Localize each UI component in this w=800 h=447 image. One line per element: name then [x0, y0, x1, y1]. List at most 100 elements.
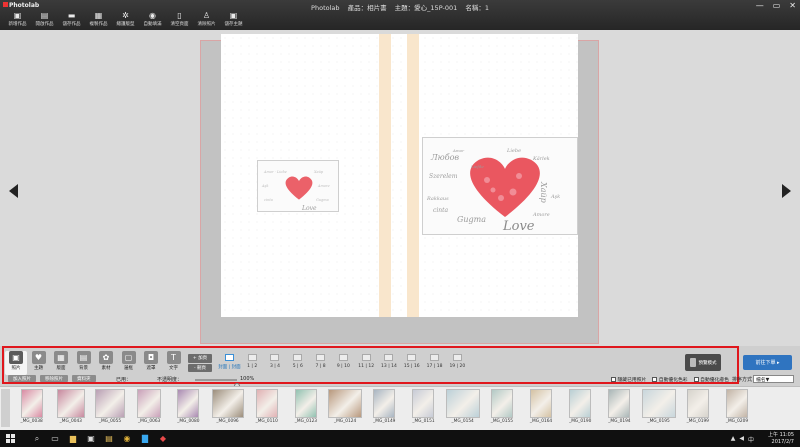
photo-thumb-image: [56, 389, 85, 418]
checkbox-label: 隱藏已用照片: [617, 378, 647, 383]
photo-thumbnail[interactable]: _MG_0154: [443, 389, 482, 428]
photo-filename: _MG_0154: [451, 419, 474, 424]
photo-thumbnail[interactable]: _MG_0164: [521, 389, 560, 428]
strip-scroll-left[interactable]: [1, 389, 10, 427]
option-checkbox[interactable]: 自動優化膚色: [693, 376, 729, 383]
sort-label: 排序方式: [732, 377, 753, 383]
photo-thumbnail[interactable]: _MG_0055: [90, 389, 129, 428]
photo-thumb-image: [177, 389, 200, 418]
checkbox-box[interactable]: [611, 377, 616, 382]
checkbox-box[interactable]: [652, 377, 658, 382]
ime-icon[interactable]: 中: [748, 435, 754, 444]
photo-source-tabs: 加入照片 移除照片 資料夾: [8, 375, 96, 382]
prev-page-arrow-icon[interactable]: [9, 184, 18, 198]
photo-thumb-image: [211, 389, 244, 418]
chrome-icon[interactable]: ◉: [120, 432, 134, 445]
photo-thumbnail[interactable]: _MG_0063: [130, 389, 169, 428]
front-cover-photo-frame[interactable]: Любов Liebe Kärlek Szerelem Хайр Rakkaus…: [422, 137, 578, 235]
photo-thumbnail[interactable]: _MG_0043: [51, 389, 90, 428]
photo-thumb-image: [328, 389, 363, 418]
option-checkboxes: 隱藏已用照片 自動優化色彩 自動優化膚色: [611, 376, 729, 383]
photo-filename: _MG_0124: [333, 419, 357, 424]
toolbar-button-2[interactable]: ▬ 儲存作品: [58, 11, 85, 30]
svg-text:Kärlek: Kärlek: [532, 156, 550, 162]
svg-text:Amor · Liebe: Amor · Liebe: [263, 170, 287, 174]
toolbar-button-7[interactable]: ♙ 清除照片: [193, 11, 220, 30]
photo-thumb-image: [490, 389, 513, 418]
folder-icon[interactable]: ▤: [102, 432, 116, 445]
photo-thumbnail[interactable]: _MG_0190: [561, 389, 600, 428]
svg-text:Szerelem: Szerelem: [429, 173, 458, 180]
photo-source-tab[interactable]: 加入照片: [8, 375, 36, 382]
next-page-arrow-icon[interactable]: [782, 184, 791, 198]
toolbar-label: 開啟作品: [35, 22, 54, 27]
photolab-icon[interactable]: ◆: [156, 432, 170, 445]
photo-filename: _MG_0209: [725, 419, 749, 424]
back-cover-photo-frame[interactable]: Amor · Liebe Хайр Aşk Amore cinta Gugma …: [257, 160, 339, 212]
close-icon[interactable]: ✕: [789, 1, 796, 10]
photo-thumbnail[interactable]: _MG_0110: [247, 389, 286, 428]
photo-source-tab[interactable]: 資料夾: [72, 375, 96, 382]
clock[interactable]: 上午 11:05 2017/2/7: [768, 432, 794, 445]
window-controls: — ▭ ✕: [756, 1, 796, 10]
task-view-icon[interactable]: ▭: [48, 432, 62, 445]
photo-thumbnail[interactable]: _MG_0195: [639, 389, 678, 428]
toolbar-button-5[interactable]: ◉ 自動填滿: [139, 11, 166, 30]
photo-thumbnail[interactable]: _MG_0124: [326, 389, 365, 428]
toolbar-label: 總護版型: [116, 22, 135, 27]
svg-text:cinta: cinta: [264, 198, 273, 202]
product-label: 產品：相片書: [347, 4, 387, 12]
photo-source-tab[interactable]: 移除照片: [40, 375, 68, 382]
photo-thumbnail[interactable]: _MG_0155: [482, 389, 521, 428]
network-icon[interactable]: ▲: [731, 435, 736, 444]
photo-thumbnail[interactable]: _MG_0149: [365, 389, 404, 428]
photo-thumbnail[interactable]: _MG_0123: [286, 389, 325, 428]
photo-thumbnail[interactable]: _MG_0199: [678, 389, 717, 428]
photo-thumbnail[interactable]: _MG_0151: [404, 389, 443, 428]
opacity-slider[interactable]: [195, 379, 240, 389]
photo-thumbnail[interactable]: _MG_0209: [717, 389, 756, 428]
minimize-icon[interactable]: —: [756, 1, 764, 10]
svg-text:Rakkaus: Rakkaus: [426, 196, 449, 202]
main-tools: ▣ 新增作品 ▤ 開啟作品 ▬ 儲存作品 ▦ 複製作品 ✲ 總護版型 ◉ 自動填滿 ▯ 清空頁面 ♙ 清除照片…: [4, 11, 247, 30]
photo-thumbnail[interactable]: _MG_0194: [600, 389, 639, 428]
photo-thumbnail[interactable]: _MG_0038: [12, 389, 51, 428]
search-icon[interactable]: ⌕: [30, 432, 44, 445]
maximize-icon[interactable]: ▭: [773, 1, 781, 10]
sort-value: 檔名▼: [756, 377, 770, 383]
title-toolbar: Photolab Photolab 產品：相片書 主題：愛心_15P-001 名…: [0, 0, 800, 30]
photo-thumb-image: [530, 389, 553, 418]
taskbar-apps: ⌕ ▭ ▆ ▣ ▤ ◉ ▇ ◆: [30, 432, 170, 445]
svg-text:Amore: Amore: [532, 212, 550, 218]
toolbar-button-6[interactable]: ▯ 清空頁面: [166, 11, 193, 30]
theme-label: 主題：愛心_15P-001: [394, 4, 458, 12]
opacity-label: 不透明度：: [157, 377, 183, 383]
order-button[interactable]: 前往下單 ▸: [743, 355, 792, 370]
photo-filename: _MG_0110: [255, 419, 278, 424]
heart-word-cloud-large: Любов Liebe Kärlek Szerelem Хайр Rakkaus…: [426, 148, 560, 234]
photo-filename: _MG_0155: [490, 419, 513, 424]
sparkle-icon: ✲: [122, 11, 129, 20]
svg-text:Liefde: Liefde: [470, 164, 484, 169]
photo-thumbnail[interactable]: _MG_0080: [169, 389, 208, 428]
toolbar-button-8[interactable]: ▣ 儲存主題: [220, 11, 247, 30]
explorer-icon[interactable]: ▆: [66, 432, 80, 445]
volume-icon[interactable]: ◀: [739, 435, 744, 444]
toolbar-button-3[interactable]: ▦ 複製作品: [85, 11, 112, 30]
back-love-text: Love: [301, 205, 317, 212]
toolbar-button-1[interactable]: ▤ 開啟作品: [31, 11, 58, 30]
sort-select[interactable]: 檔名▼: [753, 375, 794, 383]
svg-text:Хайр: Хайр: [313, 170, 324, 174]
windows-start-icon[interactable]: [6, 434, 15, 443]
book-spread-canvas[interactable]: Amor · Liebe Хайр Aşk Amore cinta Gugma …: [221, 34, 578, 317]
toolbar-button-4[interactable]: ✲ 總護版型: [112, 11, 139, 30]
option-checkbox[interactable]: 隱藏已用照片: [611, 376, 646, 383]
svg-text:Gugma: Gugma: [457, 215, 486, 224]
photoshop-icon[interactable]: ▇: [138, 432, 152, 445]
toolbar-button-0[interactable]: ▣ 新增作品: [4, 11, 31, 30]
store-icon[interactable]: ▣: [84, 432, 98, 445]
eye-icon: ◉: [149, 11, 156, 20]
photo-thumbnail[interactable]: _MG_0096: [208, 389, 247, 428]
option-checkbox[interactable]: 自動優化色彩: [652, 376, 688, 383]
checkbox-box[interactable]: [693, 377, 699, 382]
